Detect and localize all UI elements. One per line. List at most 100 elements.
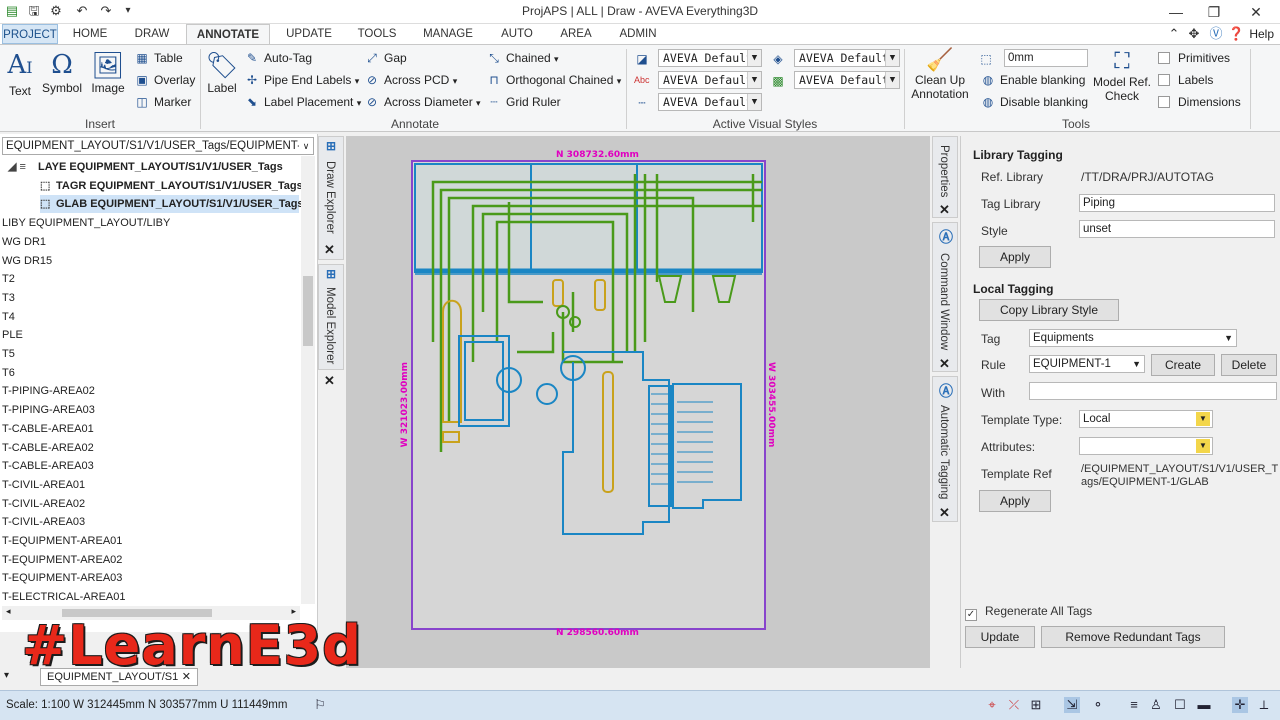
label-button[interactable]: 🏷 Label — [204, 49, 240, 95]
template-type-select[interactable]: Local ▼ — [1079, 410, 1213, 428]
tree-item[interactable]: T6 — [2, 364, 299, 382]
tree-item[interactable]: T-PIPING-AREA02 — [2, 382, 299, 400]
tree-item[interactable]: T-CIVIL-AREA03 — [2, 513, 299, 531]
tree-item[interactable]: LIBY EQUIPMENT_LAYOUT/LIBY — [2, 214, 299, 232]
ortho-icon[interactable]: ⟂ — [1256, 697, 1272, 713]
close-button[interactable]: ✕ — [1246, 2, 1266, 22]
offset-input[interactable]: 0mm — [1004, 49, 1088, 67]
scroll-left-icon[interactable]: ◂ — [6, 606, 11, 617]
tree-item[interactable]: T-EQUIPMENT-AREA02 — [2, 551, 299, 569]
style-combo-4[interactable]: AVEVA Default ▼ — [794, 49, 900, 67]
pipe-end-labels-button[interactable]: ✢ Pipe End Labels ▾ — [244, 73, 359, 87]
tab-manage[interactable]: MANAGE — [414, 24, 482, 44]
text-button[interactable]: AI Text — [4, 49, 36, 98]
tag-library-field[interactable]: Piping — [1079, 194, 1275, 212]
model-ref-check-button[interactable]: ⛶ Model Ref. Check — [1092, 47, 1152, 103]
label-placement-button[interactable]: ⬊ Label Placement ▾ — [244, 95, 361, 109]
tree-item[interactable]: T-CIVIL-AREA02 — [2, 495, 299, 513]
tree-item[interactable]: T-EQUIPMENT-AREA01 — [2, 532, 299, 550]
marker-button[interactable]: ◫ Marker — [134, 95, 191, 109]
help-icon[interactable]: ❓ — [1228, 26, 1244, 42]
style-combo-5[interactable]: AVEVA Default ▼ — [794, 71, 900, 89]
tree-item[interactable]: T-CABLE-AREA01 — [2, 420, 299, 438]
tab-annotate[interactable]: ANNOTATE — [186, 24, 270, 45]
style-field[interactable]: unset — [1079, 220, 1275, 238]
tab-tools[interactable]: TOOLS — [350, 24, 404, 44]
auto-tag-button[interactable]: ✎ Auto-Tag — [244, 51, 312, 65]
tree-item[interactable]: T5 — [2, 345, 299, 363]
grid-snap-icon[interactable]: ⊞ — [1028, 697, 1044, 713]
image-button[interactable]: 🖼 Image — [88, 49, 128, 95]
orthogonal-chained-button[interactable]: ⊓ Orthogonal Chained ▾ — [486, 73, 621, 87]
minimize-ribbon-icon[interactable]: ⌃ — [1166, 26, 1182, 42]
snap-icon[interactable]: ⌖ — [984, 697, 1000, 713]
tab-project[interactable]: PROJECT — [2, 24, 58, 44]
panel-icon[interactable]: ▬ — [1196, 697, 1212, 713]
chained-button[interactable]: ⤡ Chained ▾ — [486, 51, 558, 66]
tab-admin[interactable]: ADMIN — [610, 24, 666, 44]
symbol-button[interactable]: Ω Symbol — [40, 49, 84, 95]
tree-item[interactable]: WG DR15 — [2, 252, 299, 270]
minimize-button[interactable]: — — [1166, 2, 1186, 22]
rule-select[interactable]: EQUIPMENT-1 ▼ — [1029, 355, 1145, 373]
tree-item[interactable]: T-CIVIL-AREA01 — [2, 476, 299, 494]
grid-ruler-button[interactable]: ┈ Grid Ruler — [486, 95, 560, 109]
window-icon[interactable]: ☐ — [1172, 697, 1188, 713]
tag-select[interactable]: Equipments ▼ — [1029, 329, 1237, 347]
tree-item[interactable]: ◢ ≡ LAYE EQUIPMENT_LAYOUT/S1/V1/USER_Tags — [8, 158, 299, 176]
tree-item[interactable]: ⬚ TAGR EQUIPMENT_LAYOUT/S1/V1/USER_Tags — [40, 177, 303, 195]
tab-automatic-tagging[interactable]: Ⓐ Automatic Tagging — [932, 376, 958, 522]
update-button[interactable]: Update — [965, 626, 1035, 648]
tree-item[interactable]: T-ELECTRICAL-AREA01 — [2, 588, 299, 606]
close-model-explorer-icon[interactable]: ✕ — [324, 373, 335, 389]
tree-item[interactable]: ⬚ GLAB EQUIPMENT_LAYOUT/S1/V1/USER_Tags/ — [40, 195, 307, 214]
scroll-thumb[interactable] — [303, 276, 313, 346]
delete-rule-button[interactable]: Delete — [1221, 354, 1277, 376]
drawing-sheet[interactable] — [411, 160, 766, 630]
vantage-icon[interactable]: Ⓥ — [1208, 26, 1224, 42]
across-pcd-button[interactable]: ⊘ Across PCD ▾ — [364, 73, 457, 87]
enable-blanking-button[interactable]: ◍ Enable blanking — [980, 73, 1086, 87]
style-combo-1[interactable]: AVEVA Default ▼ — [658, 49, 762, 67]
apply-local-button[interactable]: Apply — [979, 490, 1051, 512]
restore-button[interactable]: ❐ — [1204, 2, 1224, 22]
create-rule-button[interactable]: Create — [1151, 354, 1215, 376]
select-icon[interactable]: ⇲ — [1064, 697, 1080, 713]
crosshair-icon[interactable]: ✛ — [1232, 697, 1248, 713]
tab-draw[interactable]: DRAW — [124, 24, 180, 44]
tab-menu-icon[interactable]: ▾ — [4, 670, 9, 681]
flag-icon[interactable]: ⚐ — [312, 697, 328, 713]
tree-item[interactable]: T3 — [2, 289, 299, 307]
tab-auto[interactable]: AUTO — [492, 24, 542, 44]
disable-blanking-button[interactable]: ◍ Disable blanking — [980, 95, 1088, 109]
lines-icon[interactable]: ≡ — [1126, 697, 1142, 713]
style-combo-2[interactable]: AVEVA Default ▼ — [658, 71, 762, 89]
primitives-checkbox[interactable]: Primitives — [1158, 51, 1230, 65]
attributes-select[interactable]: ▼ — [1079, 437, 1213, 455]
across-diameter-button[interactable]: ⊘ Across Diameter ▾ — [364, 95, 481, 109]
apply-library-button[interactable]: Apply — [979, 246, 1051, 268]
copy-library-style-button[interactable]: Copy Library Style — [979, 299, 1119, 321]
remove-redundant-tags-button[interactable]: Remove Redundant Tags — [1041, 626, 1225, 648]
clean-up-annotation-button[interactable]: 🧹 Clean Up Annotation — [908, 47, 972, 101]
style-combo-3[interactable]: AVEVA Default ▼ — [658, 93, 762, 111]
tree-item[interactable]: WG DR1 — [2, 233, 299, 251]
overlay-button[interactable]: ▣ Overlay — [134, 73, 195, 87]
tree-item[interactable]: T-PIPING-AREA03 — [2, 401, 299, 419]
tree-item[interactable]: T2 — [2, 270, 299, 288]
snap-off-icon[interactable]: ⤫ — [1006, 697, 1022, 713]
help-label[interactable]: Help — [1249, 24, 1274, 44]
network-icon[interactable]: ⚬ — [1090, 697, 1106, 713]
close-draw-explorer-icon[interactable]: ✕ — [324, 242, 335, 258]
with-field[interactable] — [1029, 382, 1277, 400]
path-combo[interactable]: EQUIPMENT_LAYOUT/S1/V1/USER_Tags/EQUIPME… — [2, 137, 314, 155]
tree-item[interactable]: T-CABLE-AREA02 — [2, 439, 299, 457]
tab-home[interactable]: HOME — [64, 24, 116, 44]
tree-vertical-scrollbar[interactable] — [301, 156, 315, 604]
tab-update[interactable]: UPDATE — [278, 24, 340, 44]
navigate-icon[interactable]: ✥ — [1186, 26, 1202, 42]
regenerate-checkbox[interactable]: ✓ Regenerate All Tags — [965, 604, 1092, 621]
close-automatic-tagging-icon[interactable]: ✕ — [939, 505, 950, 521]
tab-model-explorer[interactable]: ⊞ Model Explorer — [318, 264, 344, 370]
tree-item[interactable]: PLE — [2, 326, 299, 344]
